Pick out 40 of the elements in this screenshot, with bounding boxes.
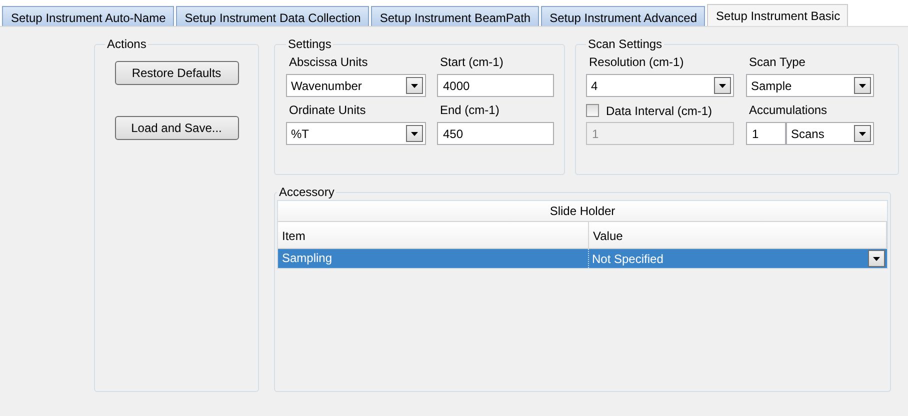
tab[interactable]: Setup Instrument Auto-Name	[2, 6, 174, 26]
tab[interactable]: Setup Instrument BeamPath	[370, 6, 539, 26]
field-label: Resolution (cm-1)	[588, 55, 685, 70]
input-field[interactable]: 450	[437, 122, 554, 145]
tab[interactable]: Setup Instrument Data Collection	[176, 6, 369, 26]
action-button[interactable]: Load and Save...	[114, 116, 238, 140]
group-title: Settings	[287, 37, 332, 51]
grid-row[interactable]: Sampling Not Specified	[278, 249, 887, 268]
column-header[interactable]: Value	[589, 222, 887, 248]
field-label: Start (cm-1)	[439, 55, 504, 70]
group-title: Scan Settings	[587, 37, 664, 51]
dropdown-arrow-icon	[873, 256, 880, 260]
checkbox-label: Data Interval (cm-1)	[606, 104, 712, 118]
scan-type-dropdown[interactable]: Sample	[746, 74, 874, 97]
dropdown-arrow-icon	[859, 132, 866, 136]
units-dropdown[interactable]: Wavenumber	[286, 74, 426, 97]
group-title: Accessory	[278, 185, 336, 199]
dropdown-arrow-icon	[411, 84, 418, 88]
field-label: Ordinate Units	[288, 103, 367, 118]
table-cell: Not Specified	[592, 252, 664, 266]
checkbox[interactable]	[586, 104, 599, 117]
input-field[interactable]: 1	[746, 122, 786, 145]
dropdown-arrow-icon	[719, 84, 726, 88]
field-label: Scan Type	[748, 55, 806, 70]
action-button[interactable]: Restore Defaults	[114, 61, 238, 85]
field-label: Accumulations	[748, 103, 828, 118]
group-title: Actions	[106, 37, 148, 51]
table-cell: Sampling	[278, 249, 589, 268]
tab[interactable]: Setup Instrument Advanced	[540, 6, 706, 26]
units-dropdown[interactable]: %T	[286, 122, 426, 145]
tab[interactable]: Setup Instrument Basic	[707, 4, 848, 26]
resolution-dropdown[interactable]: 4	[586, 74, 734, 97]
field-label: Abscissa Units	[288, 55, 369, 70]
field-label: End (cm-1)	[439, 103, 500, 118]
unit-dropdown[interactable]: Scans	[786, 122, 874, 145]
dropdown-button[interactable]	[868, 250, 885, 267]
dropdown-arrow-icon	[859, 84, 866, 88]
dropdown-arrow-icon	[411, 132, 418, 136]
column-header[interactable]: Item	[278, 222, 589, 248]
input-field[interactable]: 4000	[437, 74, 554, 97]
